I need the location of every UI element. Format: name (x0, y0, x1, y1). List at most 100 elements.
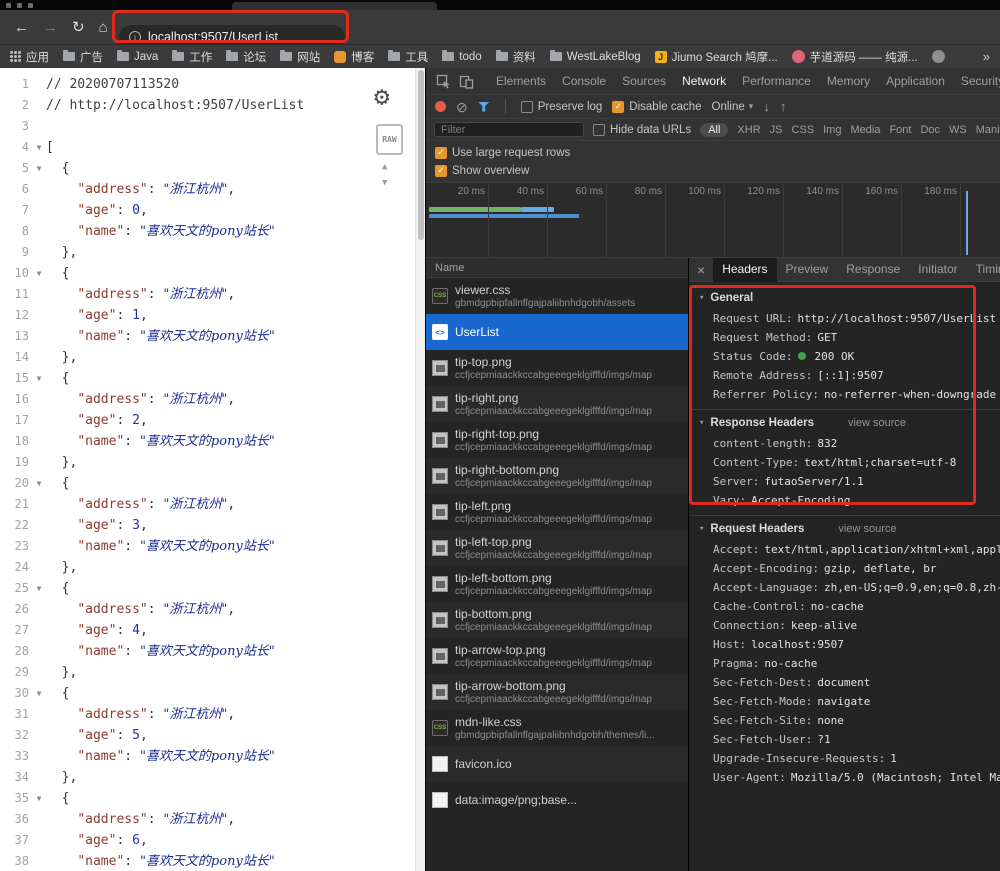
bookmark-item[interactable]: 应用 (10, 49, 49, 65)
filter-input[interactable] (434, 122, 584, 137)
collapse-toggle-icon[interactable]: ▼ (32, 788, 46, 809)
json-line: 23 "name": "喜欢天文的pony站长" (0, 536, 415, 557)
devtools-tab-performance[interactable]: Performance (734, 68, 819, 95)
bookmark-item[interactable]: 网站 (280, 49, 320, 65)
page-scrollbar[interactable] (415, 68, 425, 871)
settings-gear-icon[interactable]: ⚙ (374, 84, 390, 110)
clear-icon[interactable]: ⊘ (456, 100, 468, 114)
chevron-down-icon[interactable]: ▼ (382, 178, 387, 188)
filter-pill-ws[interactable]: WS (949, 124, 967, 136)
chevron-up-icon[interactable]: ▲ (382, 162, 387, 172)
network-request-row[interactable]: tip-arrow-bottom.png ccfjcepmiaackkccabge… (426, 674, 688, 710)
bookmark-item[interactable]: 论坛 (226, 49, 266, 65)
show-overview-checkbox[interactable]: ✓ (435, 164, 447, 177)
network-request-row[interactable]: tip-bottom.png ccfjcepmiaackkccabgeeegekl… (426, 602, 688, 638)
details-tab-preview[interactable]: Preview (777, 258, 838, 282)
network-request-row[interactable]: tip-top.png ccfjcepmiaackkccabgeeegeklgif… (426, 350, 688, 386)
filter-pill-xhr[interactable]: XHR (737, 124, 760, 136)
bookmark-item[interactable]: WestLakeBlog (549, 50, 641, 63)
network-request-row[interactable]: tip-right.png ccfjcepmiaackkccabgeeegeklg… (426, 386, 688, 422)
section-title-row[interactable]: ▾ Response Headers view source (689, 412, 1000, 434)
record-icon[interactable] (435, 101, 446, 112)
network-request-row[interactable]: tip-left.png ccfjcepmiaackkccabgeeegeklgi… (426, 494, 688, 530)
network-request-row[interactable]: tip-right-bottom.png ccfjcepmiaackkccabge… (426, 458, 688, 494)
collapse-toggle-icon[interactable]: ▼ (32, 473, 46, 494)
filter-pill-font[interactable]: Font (889, 124, 911, 136)
collapse-toggle-icon[interactable]: ▼ (32, 263, 46, 284)
preserve-log-checkbox[interactable] (520, 100, 533, 113)
view-source-link[interactable]: view source (838, 523, 896, 535)
throttling-select[interactable]: Online ▾ (712, 101, 754, 113)
network-request-row[interactable]: data:image/png;base... (426, 782, 688, 818)
network-request-row[interactable]: CSS mdn-like.css gbmdgpbipfallnflgajpaliib… (426, 710, 688, 746)
bookmarks-overflow-icon[interactable]: » (983, 49, 990, 64)
collapse-toggle-icon[interactable]: ▼ (32, 683, 46, 704)
home-icon[interactable]: ⌂ (99, 20, 108, 35)
details-tab-headers[interactable]: Headers (713, 258, 777, 282)
network-request-row[interactable]: CSS viewer.css gbmdgpbipfallnflgajpaliibnh… (426, 278, 688, 314)
network-request-row[interactable]: tip-right-top.png ccfjcepmiaackkccabgeeeg… (426, 422, 688, 458)
details-tab-response[interactable]: Response (837, 258, 909, 282)
section-title-row[interactable]: ▾ Request Headers view source (689, 518, 1000, 540)
bookmark-item[interactable]: 博客 (334, 49, 374, 65)
bookmark-item[interactable]: 芋道源码 —— 纯源... (791, 49, 918, 65)
details-tab-timing[interactable]: Timing (967, 258, 1000, 282)
bookmark-item[interactable] (931, 50, 945, 63)
disable-cache-checkbox[interactable]: ✓ (612, 100, 625, 113)
bookmark-item[interactable]: 工作 (172, 49, 212, 65)
collapse-toggle-icon[interactable]: ▼ (32, 158, 46, 179)
large-rows-checkbox[interactable]: ✓ (435, 146, 447, 159)
info-icon[interactable]: i (129, 31, 141, 43)
browser-tab[interactable] (232, 2, 437, 10)
bookmark-item[interactable]: 广告 (63, 49, 103, 65)
network-request-row[interactable]: tip-left-top.png ccfjcepmiaackkccabgeeege… (426, 530, 688, 566)
device-toolbar-icon[interactable] (459, 74, 474, 89)
collapse-toggle-icon[interactable]: ▼ (32, 578, 46, 599)
bookmark-item[interactable]: 工具 (388, 49, 428, 65)
devtools-tab-memory[interactable]: Memory (819, 68, 878, 95)
view-source-link[interactable]: view source (848, 417, 906, 429)
filter-pill-doc[interactable]: Doc (920, 124, 940, 136)
network-request-row[interactable]: tip-left-bottom.png ccfjcepmiaackkccabgee… (426, 566, 688, 602)
filter-pill-img[interactable]: Img (823, 124, 841, 136)
bookmark-item[interactable]: 资料 (495, 49, 536, 65)
devtools-tab-security[interactable]: Security (953, 68, 1000, 95)
column-header-name[interactable]: Name (426, 258, 688, 278)
reload-icon[interactable]: ↻ (72, 20, 85, 35)
image-file-icon (432, 468, 448, 484)
devtools-tab-application[interactable]: Application (878, 68, 953, 95)
forward-icon[interactable]: → (43, 20, 58, 35)
devtools-tab-elements[interactable]: Elements (488, 68, 554, 95)
header-value: no-cache (764, 657, 818, 670)
filter-pill-js[interactable]: JS (770, 124, 783, 136)
import-har-icon[interactable]: ↓ (763, 100, 770, 113)
bookmark-item[interactable]: todo (442, 50, 482, 63)
devtools-tab-network[interactable]: Network (674, 68, 734, 95)
export-har-icon[interactable]: ↑ (780, 100, 787, 113)
filter-pill-css[interactable]: CSS (792, 124, 815, 136)
details-tab-initiator[interactable]: Initiator (909, 258, 966, 282)
collapse-toggle-icon[interactable]: ▼ (32, 137, 46, 158)
devtools-tab-sources[interactable]: Sources (614, 68, 674, 95)
section-title-row[interactable]: ▾ General (689, 287, 1000, 309)
bookmark-item[interactable]: Java (117, 50, 158, 63)
close-icon[interactable]: × (689, 262, 713, 278)
network-request-row[interactable]: <> UserList (426, 314, 688, 350)
network-overview[interactable]: 20 ms 40 ms 60 ms 80 ms 100 ms 120 ms 140 ms 16… (426, 183, 1000, 258)
network-request-row[interactable]: favicon.ico (426, 746, 688, 782)
inspect-element-icon[interactable] (436, 74, 451, 89)
bookmark-item[interactable]: J Jiumo Search 鸠摩... (654, 49, 778, 65)
network-request-row[interactable]: tip-arrow-top.png ccfjcepmiaackkccabgeeeg… (426, 638, 688, 674)
filter-pill-manifest[interactable]: Manifest (976, 124, 1000, 136)
devtools-tab-console[interactable]: Console (554, 68, 614, 95)
collapse-toggle-icon[interactable]: ▼ (32, 368, 46, 389)
scrollbar-thumb[interactable] (418, 70, 424, 240)
raw-button[interactable]: RAW (376, 124, 403, 155)
filter-icon[interactable] (477, 101, 490, 112)
filter-pill-media[interactable]: Media (850, 124, 880, 136)
overview-tick-label: 80 ms (634, 186, 662, 197)
hide-data-urls-checkbox[interactable] (593, 123, 605, 136)
css-file-icon: CSS (432, 288, 448, 304)
back-icon[interactable]: ← (14, 20, 29, 35)
filter-pill-all[interactable]: All (700, 122, 729, 137)
